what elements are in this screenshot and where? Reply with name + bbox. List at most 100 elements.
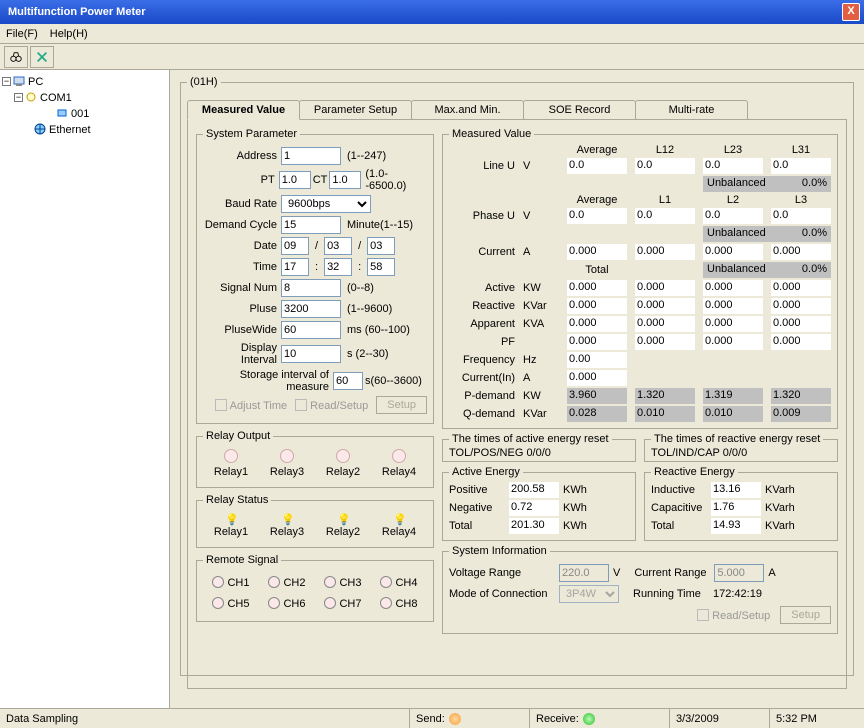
time-h[interactable] [281,258,309,276]
ct-label: CT [313,174,328,186]
ch1[interactable]: CH1 [212,576,249,589]
hdr-total: Total [567,264,627,276]
qdem-l1: 0.010 [635,406,695,422]
lineu-l23: 0.0 [703,158,763,174]
tab-parameter-setup[interactable]: Parameter Setup [299,100,412,119]
system-parameter: System Parameter Address(1--247) PTCT(1.… [196,128,434,424]
phaseu-label: Phase U [449,210,515,222]
relay-out-4[interactable]: Relay4 [382,449,416,478]
ch6[interactable]: CH6 [268,597,305,610]
reactive-reset-legend: The times of reactive energy reset [651,433,823,445]
reactive-l2: 0.000 [703,298,763,314]
demand-input[interactable] [281,216,341,234]
plusew-label: PluseWide [203,324,281,336]
tab-soe-record[interactable]: SOE Record [523,100,636,119]
ptct-range: (1.0--6500.0) [365,168,427,192]
store-input[interactable] [333,372,363,390]
status-sampling: Data Sampling [0,709,410,728]
date-y[interactable] [281,237,309,255]
read-setup-check: Read/Setup [295,399,368,412]
demand-label: Demand Cycle [203,219,281,231]
apparent-label: Apparent [449,318,515,330]
status-time: 5:32 PM [770,709,864,728]
address-input[interactable] [281,147,341,165]
current-avg: 0.000 [567,244,627,260]
re-unit: KVarh [765,484,801,496]
qdem-tot: 0.028 [567,406,627,422]
time-label: Time [203,261,281,273]
device-tree[interactable]: −PC −COM1 001 Ethernet [0,70,170,708]
status-send: Send: [410,709,530,728]
active-tot: 0.000 [567,280,627,296]
tree-ethernet[interactable]: Ethernet [49,124,91,136]
date-d[interactable] [367,237,395,255]
signal-label: Signal Num [203,282,281,294]
reactive-l1: 0.000 [635,298,695,314]
tab-max-min[interactable]: Max.and Min. [411,100,524,119]
relay-out-legend: Relay Output [203,430,273,442]
tree-com[interactable]: COM1 [40,92,72,104]
ch5[interactable]: CH5 [212,597,249,610]
phaseu-l2: 0.0 [703,208,763,224]
tree-device[interactable]: 001 [71,108,89,120]
ch4[interactable]: CH4 [380,576,417,589]
ch8[interactable]: CH8 [380,597,417,610]
re-tot-val: 14.93 [711,518,761,534]
ct-input[interactable] [329,171,361,189]
measured-value: Measured Value AverageL12L23L31 Line UV0… [442,128,838,429]
pdem-unit: KW [523,390,559,402]
hdr-l1: L1 [635,194,695,206]
time-m[interactable] [324,258,352,276]
ae-pos-lbl: Positive [449,484,505,496]
running-time-lbl: Running Time [633,588,713,600]
phaseu-l1: 0.0 [635,208,695,224]
current-l3: 0.000 [771,244,831,260]
ae-pos-val: 200.58 [509,482,559,498]
relay-stat-4: 💡Relay4 [382,513,416,538]
bulb-icon: 💡 [393,513,405,525]
apparent-unit: KVA [523,318,559,330]
time-s[interactable] [367,258,395,276]
status-bar: Data Sampling Send: Receive: 3/3/2009 5:… [0,708,864,728]
tab-strip: Measured Value Parameter Setup Max.and M… [187,100,847,119]
binoculars-icon[interactable] [4,46,28,68]
pluse-input[interactable] [281,300,341,318]
re-unit2: KVarh [765,502,801,514]
re-unit3: KVarh [765,520,801,532]
plusew-input[interactable] [281,321,341,339]
ch2[interactable]: CH2 [268,576,305,589]
pf-label: PF [449,336,515,348]
signal-input[interactable] [281,279,341,297]
current-l1: 0.000 [635,244,695,260]
disp-input[interactable] [281,345,341,363]
date-m[interactable] [324,237,352,255]
tab-measured-value[interactable]: Measured Value [187,100,300,120]
relay-out-2[interactable]: Relay2 [326,449,360,478]
relay-stat-2: 💡Relay2 [326,513,360,538]
ch7[interactable]: CH7 [324,597,361,610]
menu-help[interactable]: Help(H) [50,28,88,40]
ch3[interactable]: CH3 [324,576,361,589]
tab-multi-rate[interactable]: Multi-rate [635,100,748,119]
re-ind-lbl: Inductive [651,484,707,496]
ae-unit: KWh [563,484,599,496]
close-icon[interactable]: X [842,3,860,21]
refresh-icon[interactable] [30,46,54,68]
relay-out-3[interactable]: Relay3 [270,449,304,478]
disp-label: Display Interval [203,342,281,366]
phaseu-l3: 0.0 [771,208,831,224]
menu-file[interactable]: File(F) [6,28,38,40]
ae-neg-lbl: Negative [449,502,505,514]
window-title: Multifunction Power Meter [4,6,842,18]
baud-select[interactable]: 9600bps [281,195,371,213]
relay-out-1[interactable]: Relay1 [214,449,248,478]
pt-input[interactable] [279,171,311,189]
tree-root[interactable]: PC [28,76,43,88]
apparent-l1: 0.000 [635,316,695,332]
re-cap-lbl: Capacitive [651,502,707,514]
reactive-reset: The times of reactive energy resetTOL/IN… [644,433,838,462]
active-l3: 0.000 [771,280,831,296]
apparent-l2: 0.000 [703,316,763,332]
plusew-range: ms (60--100) [347,324,410,336]
remote-legend: Remote Signal [203,554,281,566]
